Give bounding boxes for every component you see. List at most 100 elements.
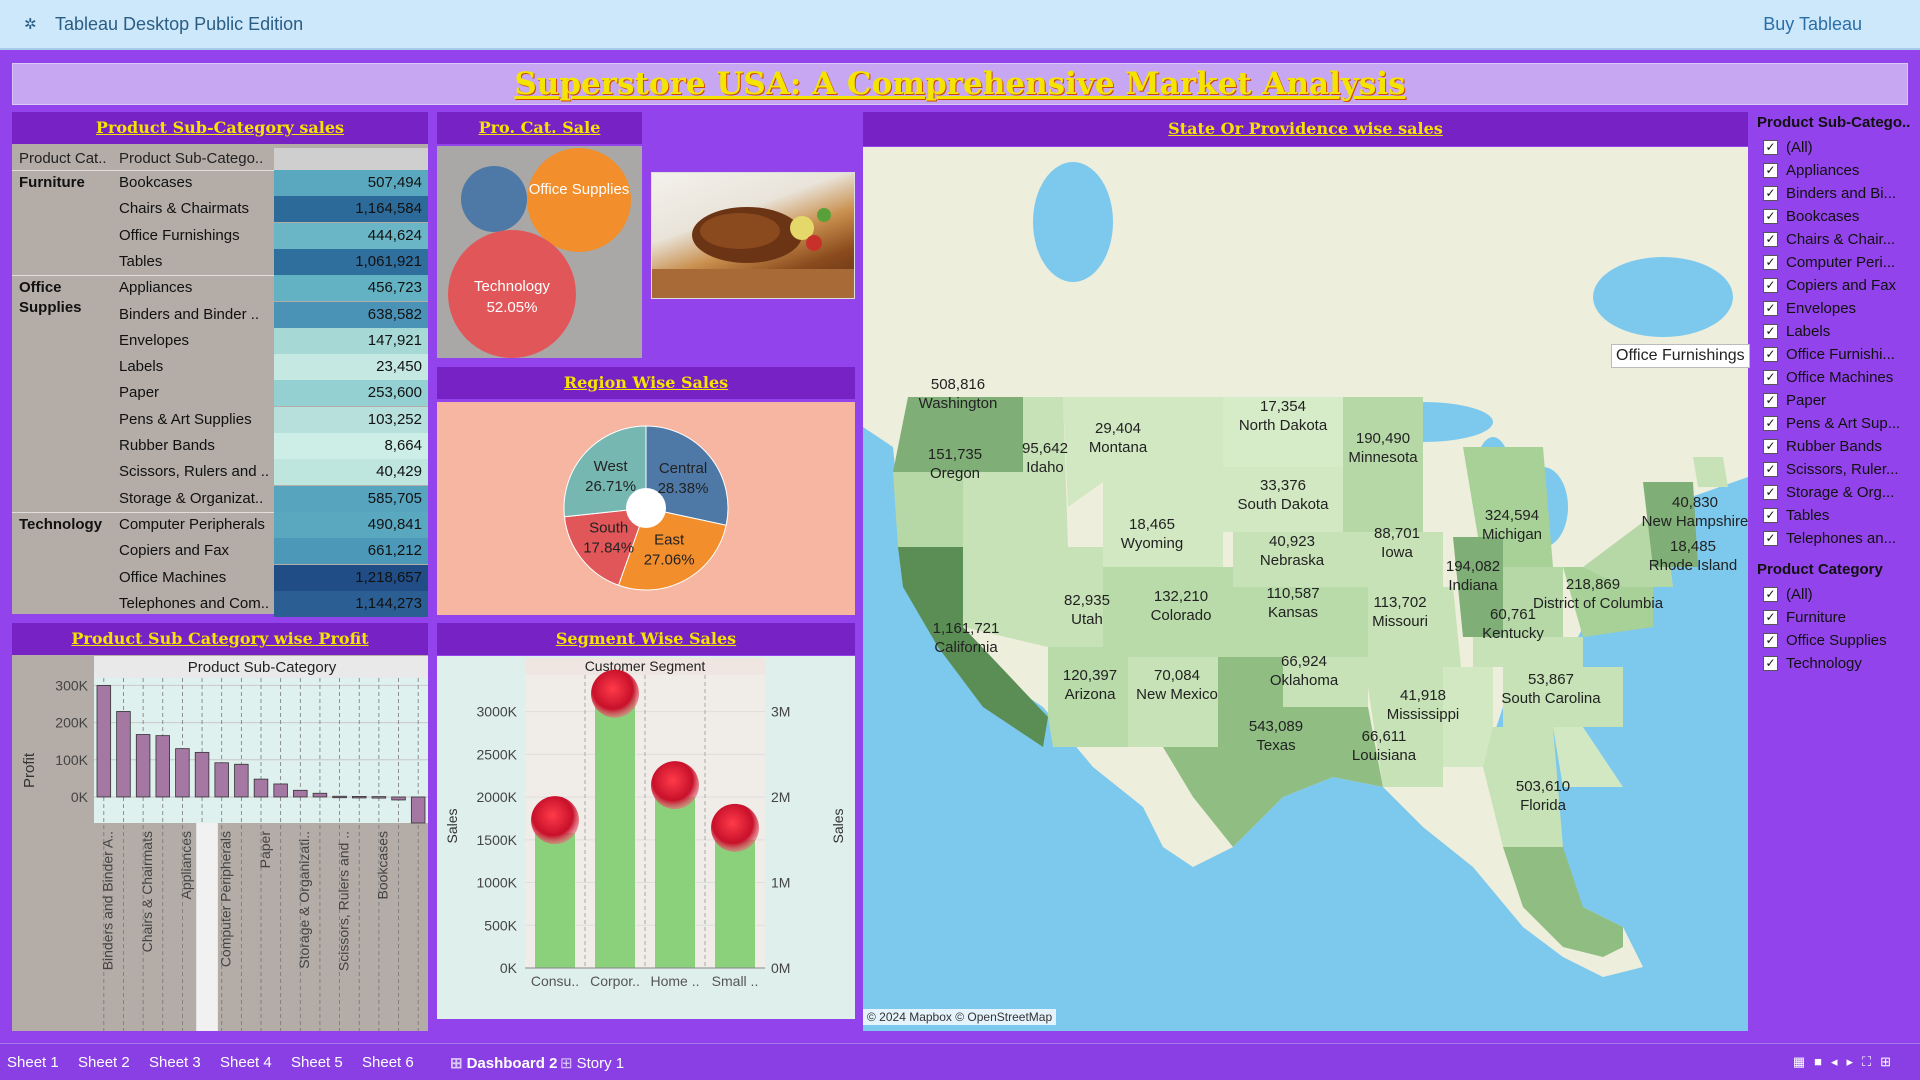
state-sales-map[interactable]: 508,816 Washington 151,735 Oregon 1,161,721 C… [863,147,1748,1031]
profit-bar[interactable] [194,751,210,798]
filter-item[interactable]: ✓ Chairs & Chair... [1755,228,1915,251]
profit-bar[interactable] [253,778,269,798]
checkbox-checked-icon[interactable]: ✓ [1763,531,1778,546]
profit-bar[interactable] [293,789,308,798]
profit-bar[interactable] [175,748,190,798]
checkbox-checked-icon[interactable]: ✓ [1763,347,1778,362]
checkbox-checked-icon[interactable]: ✓ [1763,186,1778,201]
filter-item[interactable]: ✓ (All) [1755,136,1915,159]
profit-bar[interactable] [410,796,426,824]
filter-item[interactable]: ✓ Rubber Bands [1755,435,1915,458]
table-row[interactable]: Scissors, Rulers and .. 40,429 [12,459,428,486]
checkbox-checked-icon[interactable]: ✓ [1763,278,1778,293]
segment-dot[interactable] [591,669,639,718]
profit-bar[interactable] [234,763,249,798]
filter-item[interactable]: ✓ Office Machines [1755,366,1915,389]
sheet-tab[interactable]: Sheet 4 [220,1054,272,1071]
checkbox-checked-icon[interactable]: ✓ [1763,656,1778,671]
checkbox-checked-icon[interactable]: ✓ [1763,416,1778,431]
table-row[interactable]: Envelopes 147,921 [12,327,428,354]
filter-item[interactable]: ✓ Scissors, Ruler... [1755,458,1915,481]
filter-item[interactable]: ✓ Furniture [1755,606,1915,629]
profit-bar[interactable] [214,762,229,798]
table-row[interactable]: Rubber Bands 8,664 [12,433,428,459]
col-header-category[interactable]: Product Cat.. [19,148,107,170]
table-row[interactable]: Copiers and Fax 661,212 [12,538,428,565]
sheet-tab[interactable]: Sheet 3 [149,1054,201,1071]
sheet-tab[interactable]: Sheet 6 [362,1054,414,1071]
filter-item[interactable]: ✓ Computer Peri... [1755,251,1915,274]
table-row[interactable]: Storage & Organizat.. 585,705 [12,485,428,512]
sheet-tab[interactable]: Sheet 5 [291,1054,343,1071]
table-row[interactable]: Binders and Binder .. 638,582 [12,301,428,328]
bubble-furniture[interactable] [461,166,527,232]
filter-item[interactable]: ✓ Telephones an... [1755,527,1915,550]
checkbox-checked-icon[interactable]: ✓ [1763,163,1778,178]
profit-bar[interactable] [332,795,347,799]
filter-item[interactable]: ✓ Paper [1755,389,1915,412]
filter-item[interactable]: ✓ Office Supplies [1755,629,1915,652]
segment-dot[interactable] [531,796,579,845]
sheet-tab[interactable]: ⊞ Dashboard 2 [450,1054,557,1072]
filter-item[interactable]: ✓ Technology [1755,652,1915,675]
checkbox-checked-icon[interactable]: ✓ [1763,439,1778,454]
checkbox-checked-icon[interactable]: ✓ [1763,255,1778,270]
filter-item[interactable]: ✓ Office Furnishi... [1755,343,1915,366]
sheet-tab[interactable]: Sheet 2 [78,1054,130,1071]
state-name: District of Columbia [1533,595,1664,612]
checkbox-checked-icon[interactable]: ✓ [1763,324,1778,339]
profit-bar[interactable] [155,735,170,798]
checkbox-checked-icon[interactable]: ✓ [1763,370,1778,385]
segment-bar[interactable] [655,797,695,968]
table-row[interactable]: Labels 23,450 [12,354,428,381]
profit-bar[interactable] [273,783,288,798]
checkbox-checked-icon[interactable]: ✓ [1763,232,1778,247]
col-header-subcategory[interactable]: Product Sub-Catego.. [119,148,263,170]
filter-item[interactable]: ✓ Tables [1755,504,1915,527]
segment-dot[interactable] [711,803,759,852]
filter-item[interactable]: ✓ Bookcases [1755,205,1915,228]
filter-item[interactable]: ✓ Labels [1755,320,1915,343]
filter-item[interactable]: ✓ Storage & Org... [1755,481,1915,504]
filter-item[interactable]: ✓ Pens & Art Sup... [1755,412,1915,435]
checkbox-checked-icon[interactable]: ✓ [1763,140,1778,155]
profit-bar[interactable] [116,711,131,798]
profit-bar[interactable] [312,792,328,798]
checkbox-checked-icon[interactable]: ✓ [1763,587,1778,602]
table-row[interactable]: Pens & Art Supplies 103,252 [12,406,428,433]
checkbox-checked-icon[interactable]: ✓ [1763,462,1778,477]
segment-dot[interactable] [651,761,699,810]
checkbox-checked-icon[interactable]: ✓ [1763,508,1778,523]
sheet-tab[interactable]: Sheet 1 [7,1054,59,1071]
profit-bar[interactable] [391,796,406,801]
sheet-tab-label: Sheet 3 [149,1054,201,1071]
segment-bar[interactable] [535,832,575,968]
table-row[interactable]: Paper 253,600 [12,380,428,407]
bubble-office-supplies[interactable] [527,148,631,252]
buy-tableau-link[interactable]: Buy Tableau [1763,14,1862,35]
table-row[interactable]: Chairs & Chairmats 1,164,584 [12,196,428,223]
view-controls[interactable]: ▦■◂▸⛶⊞ [1793,1054,1900,1070]
segment-bar[interactable] [715,839,755,968]
filter-item[interactable]: ✓ Copiers and Fax [1755,274,1915,297]
filter-item[interactable]: ✓ (All) [1755,583,1915,606]
sheet-tab[interactable]: ⊞ Story 1 [560,1054,624,1072]
checkbox-checked-icon[interactable]: ✓ [1763,209,1778,224]
profit-bar[interactable] [135,734,151,798]
checkbox-checked-icon[interactable]: ✓ [1763,393,1778,408]
checkbox-checked-icon[interactable]: ✓ [1763,485,1778,500]
checkbox-checked-icon[interactable]: ✓ [1763,301,1778,316]
table-row[interactable]: Office Machines 1,218,657 [12,564,428,591]
segment-bar[interactable] [595,689,635,968]
table-row[interactable]: Office Furnishings 444,624 [12,222,428,249]
checkbox-checked-icon[interactable]: ✓ [1763,610,1778,625]
filter-item[interactable]: ✓ Appliances [1755,159,1915,182]
profit-bar[interactable] [96,685,112,798]
filter-item[interactable]: ✓ Binders and Bi... [1755,182,1915,205]
profit-bar[interactable] [371,796,387,799]
table-row[interactable]: Tables 1,061,921 [12,248,428,275]
table-row[interactable]: Telephones and Com.. 1,144,273 [12,590,428,617]
filter-item[interactable]: ✓ Envelopes [1755,297,1915,320]
profit-bar[interactable] [352,796,367,799]
checkbox-checked-icon[interactable]: ✓ [1763,633,1778,648]
